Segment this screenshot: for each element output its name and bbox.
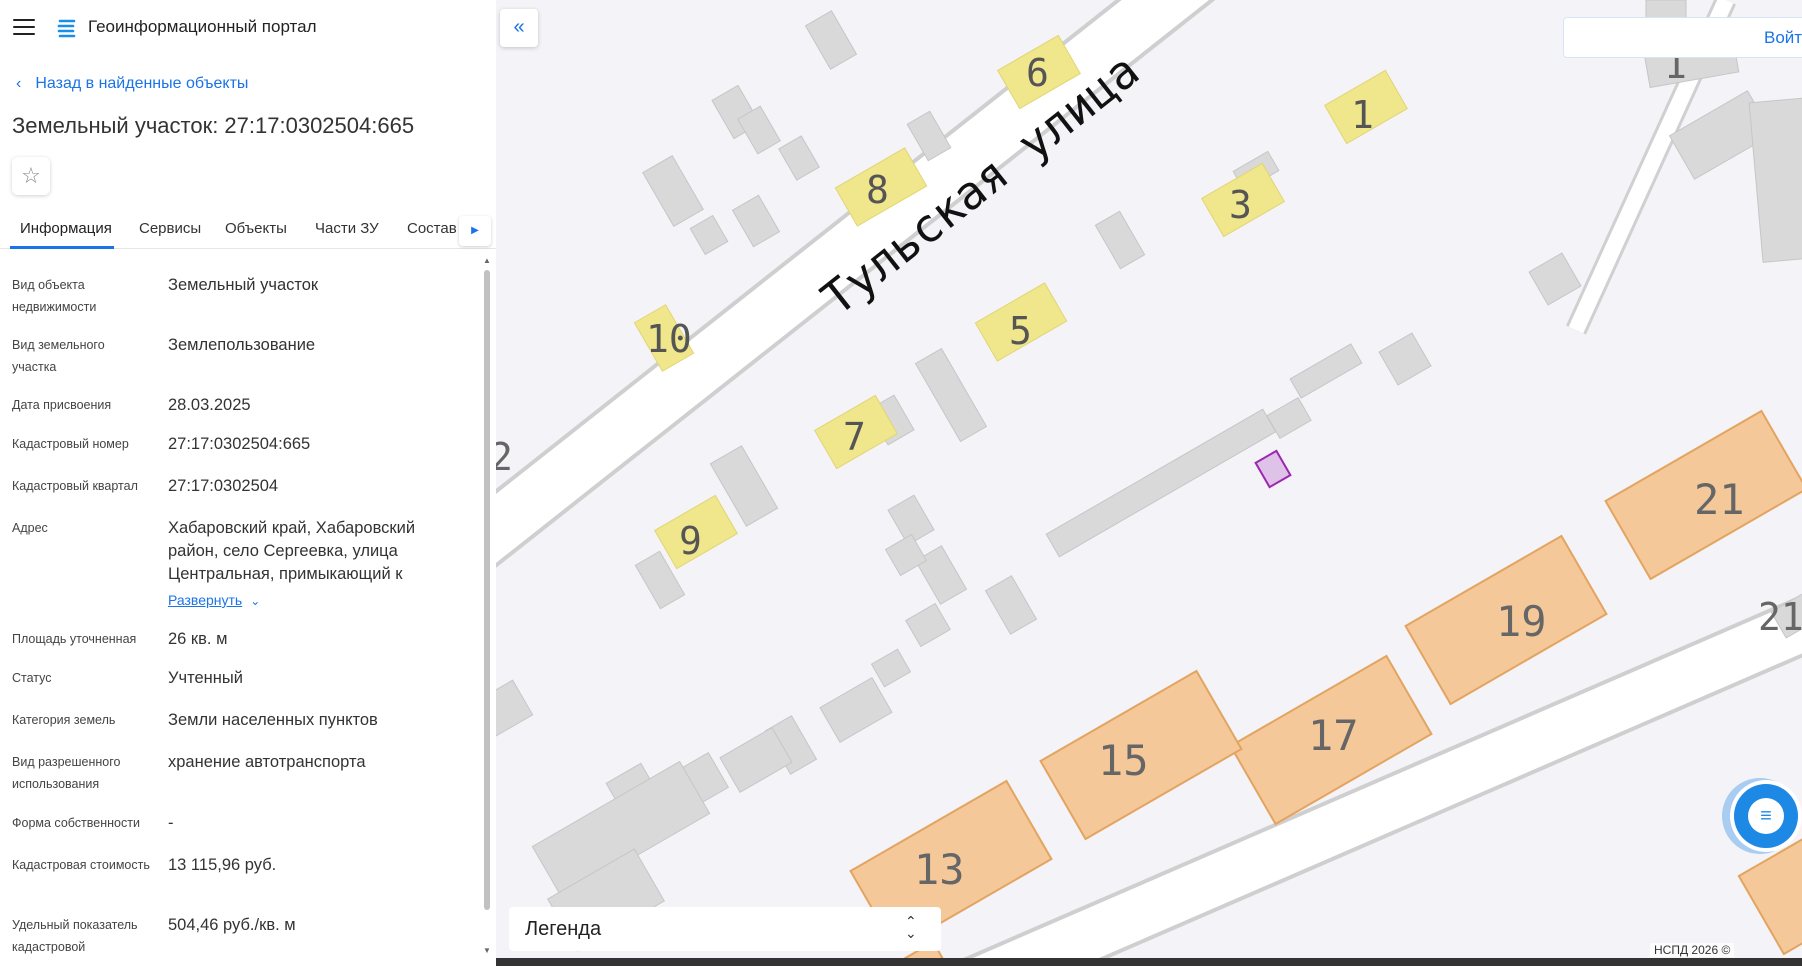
info-value: 26 кв. м xyxy=(168,630,228,648)
house-number-label: 17 xyxy=(1308,711,1359,760)
sort-arrows-icon: ⌃ ⌄ xyxy=(905,913,917,941)
chat-icon: ≡ xyxy=(1748,798,1784,834)
house-number-label: 8 xyxy=(866,168,889,212)
info-label: Кадастровый номер xyxy=(12,437,129,451)
info-list: Вид объекта недвижимости Земельный участ… xyxy=(0,256,480,956)
house-number-label: 13 xyxy=(914,845,965,894)
info-value: 13 115,96 руб. xyxy=(168,856,277,874)
house-number-label: 19 xyxy=(1496,597,1547,646)
scroll-up-icon[interactable]: ▲ xyxy=(483,256,491,266)
active-tab-indicator xyxy=(10,246,114,249)
info-label: Дата присвоения xyxy=(12,398,112,412)
house-number-label: 5 xyxy=(1009,309,1032,353)
app-title: Геоинформационный портал xyxy=(88,17,317,36)
legend-label: Легенда xyxy=(525,918,602,940)
info-label: Категория земель xyxy=(12,713,116,727)
login-label: Войти xyxy=(1764,28,1802,47)
info-label: Адрес xyxy=(12,521,48,535)
house-number-label: 21 xyxy=(1694,475,1745,524)
info-value: хранение автотранспорта xyxy=(168,753,366,771)
portal-logo-icon xyxy=(57,19,76,38)
info-value: Земли населенных пунктов xyxy=(168,711,378,729)
house-number-label: 10 xyxy=(646,317,692,361)
expand-link[interactable]: Развернуть xyxy=(168,592,242,608)
selected-parcel[interactable] xyxy=(1254,449,1292,489)
tab-bar: Информация Сервисы Объекты Части ЗУ Сост… xyxy=(0,212,496,249)
house-number-label: 15 xyxy=(1098,736,1149,785)
info-scrollbar[interactable]: ▲ ▼ xyxy=(483,256,491,956)
info-value: 27:17:0302504:665 xyxy=(168,435,311,453)
info-value: - xyxy=(168,814,174,832)
info-label: Вид земельного участка xyxy=(12,338,105,374)
chevron-left-icon: ‹ xyxy=(16,75,22,92)
tab-composition[interactable]: Состав xyxy=(407,220,457,237)
legend-dropdown[interactable]: Легенда ⌃ ⌄ xyxy=(509,907,941,951)
tab-parcel-parts[interactable]: Части ЗУ xyxy=(315,220,379,237)
login-button[interactable]: Войти xyxy=(1563,17,1802,58)
house-number-label: 21 xyxy=(1758,595,1802,639)
info-label: Удельный показатель кадастровой xyxy=(12,918,138,954)
info-value: 28.03.2025 xyxy=(168,396,251,414)
info-value: 27:17:0302504 xyxy=(168,477,279,495)
copyright-label: НСПД 2026 © xyxy=(1650,943,1735,957)
chevron-down-icon[interactable]: ⌄ xyxy=(250,594,260,608)
collapse-panel-icon[interactable]: « xyxy=(500,9,538,47)
scroll-down-icon[interactable]: ▼ xyxy=(483,946,491,956)
house-number-label: 3 xyxy=(1229,183,1252,227)
info-label: Статус xyxy=(12,671,52,685)
map-canvas[interactable]: Тульская улица 6 1 8 3 10 5 7 9 21 19 17… xyxy=(496,0,1802,966)
info-label: Вид разрешенного использования xyxy=(12,755,121,791)
house-number-label: 2 xyxy=(496,435,513,479)
back-link-label: Назад в найденные объекты xyxy=(35,75,249,92)
back-to-results-link[interactable]: ‹ Назад в найденные объекты xyxy=(16,75,248,93)
bottom-strip xyxy=(496,958,1802,966)
tab-objects[interactable]: Объекты xyxy=(225,220,287,237)
tab-services[interactable]: Сервисы xyxy=(139,220,201,237)
info-label: Вид объекта недвижимости xyxy=(12,278,97,314)
house-number-label: 9 xyxy=(679,519,702,563)
info-value: Землепользование xyxy=(168,336,316,354)
info-label: Площадь уточненная xyxy=(12,632,137,646)
info-label: Кадастровый квартал xyxy=(12,479,138,493)
map-layer: Тульская улица 6 1 8 3 10 5 7 9 21 19 17… xyxy=(496,0,1802,966)
chat-button[interactable]: ≡ xyxy=(1734,784,1798,848)
info-label: Кадастровая стоимость xyxy=(12,858,150,872)
tabs-scroll-right-icon[interactable]: ▶ xyxy=(459,216,491,246)
favorite-star-icon[interactable]: ☆ xyxy=(12,157,50,195)
info-value: Учтенный xyxy=(168,669,243,687)
info-panel: Геоинформационный портал ‹ Назад в найден… xyxy=(0,0,496,966)
hamburger-menu-icon[interactable] xyxy=(13,19,35,37)
info-value: Земельный участок xyxy=(168,276,319,294)
tab-information[interactable]: Информация xyxy=(20,220,112,237)
house-number-label: 1 xyxy=(1351,93,1374,137)
expand-control: Развернуть ⌄ xyxy=(168,589,458,613)
object-title: Земельный участок: 27:17:0302504:665 xyxy=(12,113,415,138)
info-value: 504,46 руб./кв. м xyxy=(168,916,296,934)
scroll-thumb[interactable] xyxy=(484,270,490,910)
house-number-label: 7 xyxy=(843,415,866,459)
address-value: Хабаровский край, Хабаровский район, сел… xyxy=(168,519,416,583)
top-bar: Геоинформационный портал xyxy=(0,0,496,58)
info-label: Форма собственности xyxy=(12,816,140,830)
house-number-label: 6 xyxy=(1026,51,1049,95)
